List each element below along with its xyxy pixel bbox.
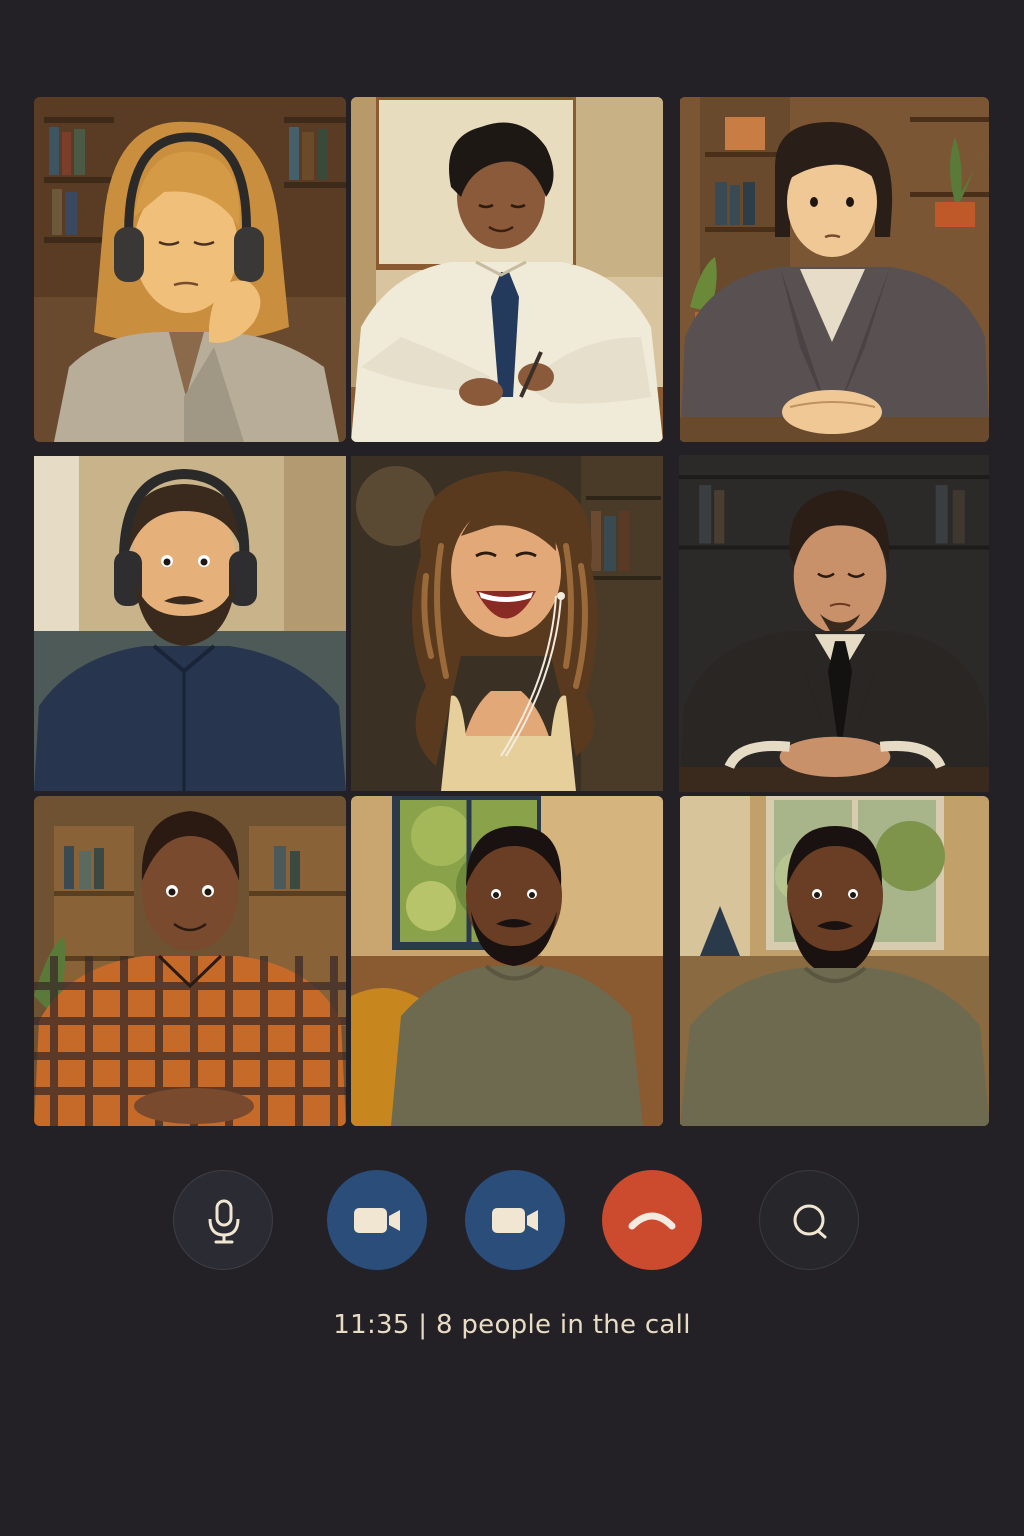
participant-tile-9[interactable] bbox=[679, 796, 989, 1126]
microphone-icon bbox=[208, 1199, 240, 1244]
participant-tile-7[interactable] bbox=[34, 796, 346, 1126]
video-camera-icon bbox=[354, 1208, 400, 1233]
participant-count: 8 people in the call bbox=[435, 1310, 691, 1340]
participant-video-9 bbox=[680, 796, 989, 1126]
camera-button[interactable] bbox=[327, 1170, 427, 1270]
microphone-button[interactable] bbox=[173, 1170, 273, 1270]
participant-tile-3[interactable] bbox=[679, 97, 989, 442]
participant-video-6 bbox=[679, 454, 989, 793]
participant-tile-5[interactable] bbox=[351, 451, 663, 796]
participant-tile-1[interactable] bbox=[34, 97, 346, 442]
participant-video-5 bbox=[351, 456, 663, 791]
participant-tile-8[interactable] bbox=[351, 796, 663, 1126]
participant-tile-4[interactable] bbox=[34, 451, 346, 796]
call-controls bbox=[0, 1170, 1024, 1270]
participant-video-8 bbox=[351, 796, 663, 1126]
participant-video-2 bbox=[351, 97, 663, 442]
chat-button[interactable] bbox=[759, 1170, 859, 1270]
call-status: 11:35 | 8 people in the call bbox=[0, 1310, 1024, 1340]
camera-button-secondary[interactable] bbox=[465, 1170, 565, 1270]
video-camera-icon bbox=[492, 1208, 538, 1233]
call-time: 11:35 bbox=[333, 1310, 410, 1340]
participant-tile-6[interactable] bbox=[679, 451, 989, 796]
phone-hangup-icon bbox=[628, 1212, 676, 1230]
end-call-button[interactable] bbox=[602, 1170, 702, 1270]
participant-video-3 bbox=[680, 97, 989, 442]
participant-tile-2[interactable] bbox=[351, 97, 663, 442]
status-separator: | bbox=[418, 1310, 428, 1340]
participant-video-7 bbox=[34, 796, 346, 1126]
participant-video-1 bbox=[34, 97, 346, 442]
chat-bubble-icon bbox=[793, 1204, 827, 1239]
participant-video-4 bbox=[34, 456, 346, 791]
video-call-screen: 11:35 | 8 people in the call bbox=[0, 0, 1024, 1536]
